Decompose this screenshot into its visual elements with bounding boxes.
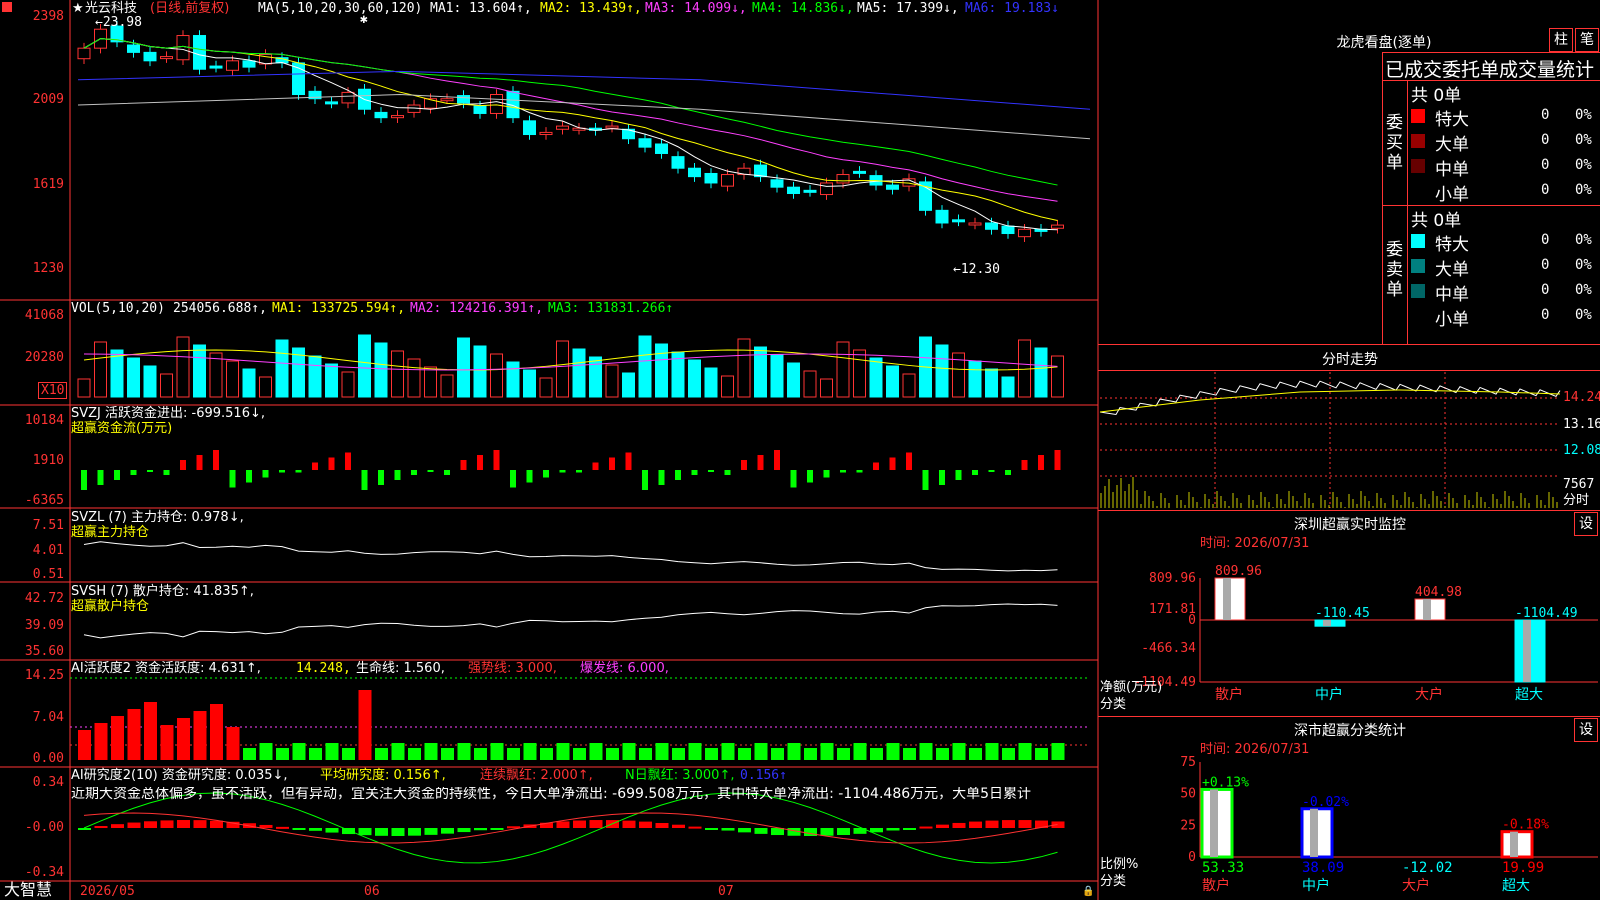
sh-category: 散户: [1202, 877, 1230, 894]
sh-y-tick: 50: [1180, 787, 1196, 802]
sh-y-tick: 0: [1188, 850, 1196, 865]
sh-y-tick: 25: [1180, 818, 1196, 833]
sh-category: 大户: [1402, 877, 1430, 894]
sh-bar-chart: 75 50 25 0 +0.13% 53.33散户 -0.02% 38.09中户 -12.02大…: [1180, 755, 1598, 894]
sh-y-tick: 75: [1180, 755, 1196, 770]
sh-change-label: -0.18%: [1502, 818, 1549, 833]
sh-ylabel: 比例%: [1100, 857, 1139, 872]
sh-change-label: +0.13%: [1202, 775, 1249, 790]
sh-bar-label: 19.99: [1502, 860, 1544, 876]
sh-bar-shade: [1210, 789, 1218, 857]
sh-change-label: -0.02%: [1302, 795, 1349, 810]
sh-xlabel: 分类: [1100, 874, 1127, 889]
sh-bar-label: 38.09: [1302, 860, 1344, 876]
sh-bar-label: -12.02: [1402, 860, 1453, 876]
sh-bar-shade: [1310, 808, 1318, 857]
sh-bar-label: 53.33: [1202, 860, 1244, 876]
sh-bar-shade: [1510, 831, 1518, 857]
sh-category: 超大: [1502, 878, 1530, 894]
sh-category: 中户: [1302, 877, 1330, 894]
